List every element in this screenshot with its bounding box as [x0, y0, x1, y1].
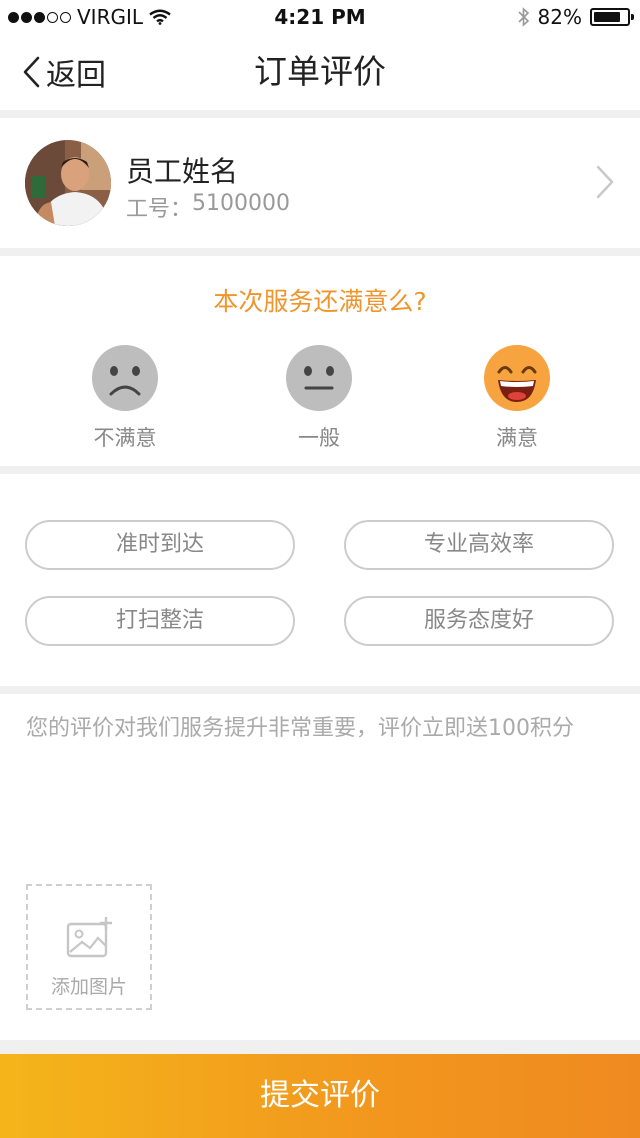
add-image-button[interactable]: 添加图片 — [26, 884, 152, 1010]
rating-question: 本次服务还满意么? — [213, 287, 427, 316]
staff-row[interactable]: 员工姓名 工号： 5100000 — [0, 118, 640, 248]
neutral-face-icon — [286, 345, 352, 411]
add-image-label: 添加图片 — [50, 976, 127, 998]
nav-bar: 返回 订单评价 — [0, 34, 640, 110]
rating-option-unsatisfied[interactable]: 不满意 — [65, 344, 185, 452]
battery-percent: 82% — [537, 5, 582, 29]
staff-id-value: 5100000 — [192, 191, 290, 216]
status-bar: VIRGIL 4:21 PM 82% — [0, 0, 640, 34]
sad-face-icon — [92, 345, 158, 411]
rating-option-label: 不满意 — [93, 426, 157, 450]
add-image-icon — [66, 917, 112, 958]
staff-id-label: 工号： — [126, 197, 193, 222]
rating-option-satisfied[interactable]: 满意 — [457, 344, 577, 452]
staff-name: 员工姓名 — [126, 155, 239, 188]
comment-section: 添加图片 — [0, 694, 640, 1040]
battery-icon — [590, 8, 634, 26]
rating-option-label: 满意 — [496, 426, 538, 450]
back-label: 返回 — [46, 58, 106, 93]
tag-professional[interactable]: 专业高效率 — [344, 520, 614, 570]
happy-face-icon — [484, 345, 550, 411]
tag-clean[interactable]: 打扫整洁 — [25, 596, 295, 646]
back-button[interactable]: 返回 — [22, 52, 106, 93]
chevron-left-icon — [23, 56, 40, 88]
rating-option-neutral[interactable]: 一般 — [259, 344, 379, 452]
rating-section: 本次服务还满意么? 不满意 一般 满意 — [0, 256, 640, 466]
chevron-right-icon — [596, 165, 614, 199]
bluetooth-icon — [517, 7, 529, 27]
staff-id: 工号： 5100000 — [126, 191, 290, 223]
tag-on-time[interactable]: 准时到达 — [25, 520, 295, 570]
comment-input[interactable] — [26, 712, 620, 862]
rating-option-label: 一般 — [298, 426, 340, 450]
avatar — [25, 140, 111, 226]
tag-good-attitude[interactable]: 服务态度好 — [344, 596, 614, 646]
submit-button[interactable]: 提交评价 — [0, 1054, 640, 1138]
tags-section: 准时到达 专业高效率 打扫整洁 服务态度好 — [0, 474, 640, 686]
